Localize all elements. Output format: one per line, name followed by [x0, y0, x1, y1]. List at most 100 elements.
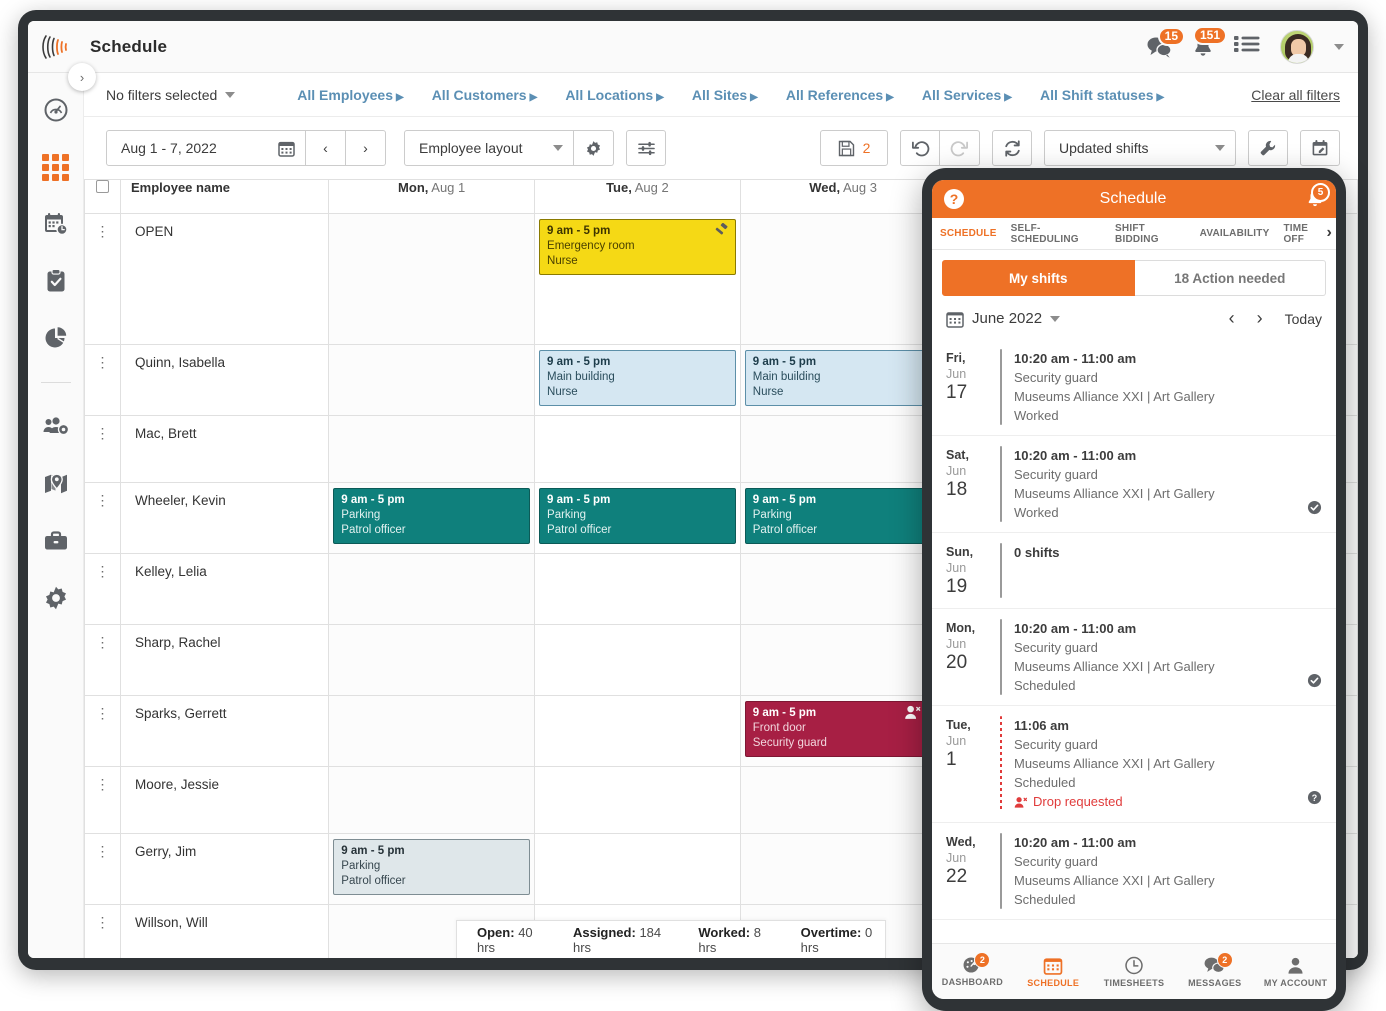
nav-messages[interactable]: 2 MESSAGES: [1174, 951, 1255, 988]
filter-selector[interactable]: No filters selected: [106, 87, 236, 103]
segment-my-shifts[interactable]: My shifts: [942, 260, 1135, 296]
kebab-menu-icon[interactable]: ⋮: [96, 705, 110, 721]
nav-timesheets[interactable]: TIMESHEETS: [1094, 956, 1175, 988]
tab-shift-bidding[interactable]: SHIFT BIDDING: [1115, 223, 1186, 245]
nav-dashboard[interactable]: 2 DASHBOARD: [932, 952, 1013, 987]
filter-link-shift-statuses[interactable]: All Shift statuses ▶: [1040, 87, 1164, 103]
row-menu-button[interactable]: ⋮: [84, 833, 121, 905]
mobile-today-button[interactable]: Today: [1285, 311, 1322, 327]
schedule-cell[interactable]: [328, 553, 536, 625]
sidebar-item-schedule[interactable]: [41, 152, 71, 182]
kebab-menu-icon[interactable]: ⋮: [96, 776, 110, 792]
kebab-menu-icon[interactable]: ⋮: [96, 425, 110, 441]
row-menu-button[interactable]: ⋮: [84, 624, 121, 696]
help-icon[interactable]: ?: [944, 189, 964, 209]
display-options-button[interactable]: [626, 130, 666, 166]
shift-card[interactable]: 9 am - 5 pm Front door Security guard: [744, 701, 942, 757]
sidebar-item-locations[interactable]: [41, 469, 71, 499]
schedule-cell[interactable]: [739, 415, 947, 483]
filter-link-services[interactable]: All Services ▶: [922, 87, 1012, 103]
schedule-cell[interactable]: 9 am - 5 pm Main building Nurse: [534, 344, 741, 416]
segment-action-needed[interactable]: 18 Action needed: [1134, 260, 1326, 296]
tab-time-off[interactable]: TIME OFF: [1283, 223, 1328, 245]
tools-button[interactable]: [1248, 130, 1288, 166]
list-item[interactable]: Wed, Jun 22 10:20 am - 11:00 am Security gua…: [932, 823, 1336, 920]
date-range-field[interactable]: Aug 1 - 7, 2022: [106, 130, 306, 166]
tab-availability[interactable]: AVAILABILITY: [1200, 228, 1270, 239]
select-all-header[interactable]: [84, 179, 121, 214]
calendar-edit-button[interactable]: [1300, 130, 1340, 166]
list-item[interactable]: Tue, Jun 1 11:06 am Security guard Museums Al…: [932, 706, 1336, 823]
sidebar-item-settings[interactable]: [41, 583, 71, 613]
schedule-cell[interactable]: [739, 833, 947, 905]
schedule-cell[interactable]: [328, 624, 536, 696]
sidebar-item-dashboard[interactable]: [41, 95, 71, 125]
tabs-next-icon[interactable]: ›: [1323, 224, 1332, 242]
tab-schedule[interactable]: SCHEDULE: [940, 228, 997, 239]
shift-card[interactable]: 9 am - 5 pm Parking Patrol officer: [333, 488, 531, 544]
list-item[interactable]: Fri, Jun 17 10:20 am - 11:00 am Security gua…: [932, 339, 1336, 436]
employee-name-cell[interactable]: Moore, Jessie: [119, 766, 330, 834]
next-week-button[interactable]: ›: [346, 130, 386, 166]
schedule-cell[interactable]: [534, 695, 741, 767]
refresh-button[interactable]: [992, 130, 1032, 166]
nav-my-account[interactable]: MY ACCOUNT: [1255, 956, 1336, 988]
schedule-cell[interactable]: [328, 766, 536, 834]
kebab-menu-icon[interactable]: ⋮: [96, 914, 110, 930]
shift-card[interactable]: 9 am - 5 pm Parking Patrol officer: [333, 839, 531, 895]
row-menu-button[interactable]: ⋮: [84, 482, 121, 554]
schedule-cell[interactable]: [739, 553, 947, 625]
shift-card[interactable]: 9 am - 5 pm Main building Nurse: [744, 350, 942, 406]
mobile-prev-button[interactable]: ‹: [1229, 308, 1235, 329]
notifications-button[interactable]: 151: [1192, 25, 1227, 59]
shift-card[interactable]: 9 am - 5 pm Parking Patrol officer: [539, 488, 736, 544]
nav-schedule[interactable]: SCHEDULE: [1013, 956, 1094, 988]
row-menu-button[interactable]: ⋮: [84, 213, 121, 345]
mobile-month-label[interactable]: June 2022: [972, 310, 1042, 327]
employee-name-cell[interactable]: Quinn, Isabella: [119, 344, 330, 416]
employee-name-cell[interactable]: OPEN: [119, 213, 330, 345]
sidebar-item-jobs[interactable]: [41, 526, 71, 556]
filter-link-customers[interactable]: All Customers ▶: [432, 87, 538, 103]
clear-all-filters-button[interactable]: Clear all filters: [1251, 87, 1340, 103]
sidebar-item-timeclock[interactable]: [41, 209, 71, 239]
list-item[interactable]: Mon, Jun 20 10:20 am - 11:00 am Security gua…: [932, 609, 1336, 706]
shift-card[interactable]: 9 am - 5 pm Emergency room Nurse: [539, 219, 736, 275]
filter-link-references[interactable]: All References ▶: [786, 87, 894, 103]
schedule-cell[interactable]: [328, 695, 536, 767]
schedule-cell[interactable]: [328, 213, 536, 345]
list-menu-button[interactable]: [1234, 34, 1260, 59]
layout-settings-button[interactable]: [574, 130, 614, 166]
schedule-cell[interactable]: 9 am - 5 pm Front door Security guard: [739, 695, 947, 767]
kebab-menu-icon[interactable]: ⋮: [96, 223, 110, 239]
sidebar-item-tasks[interactable]: [41, 266, 71, 296]
employee-name-cell[interactable]: Kelley, Lelia: [119, 553, 330, 625]
employee-name-cell[interactable]: Wheeler, Kevin: [119, 482, 330, 554]
schedule-cell[interactable]: 9 am - 5 pm Parking Patrol officer: [328, 482, 536, 554]
kebab-menu-icon[interactable]: ⋮: [96, 354, 110, 370]
avatar[interactable]: [1280, 29, 1314, 64]
kebab-menu-icon[interactable]: ⋮: [96, 843, 110, 859]
schedule-cell[interactable]: [534, 553, 741, 625]
schedule-cell[interactable]: [739, 624, 947, 696]
updated-shifts-select[interactable]: Updated shifts: [1044, 130, 1236, 166]
kebab-menu-icon[interactable]: ⋮: [96, 634, 110, 650]
row-menu-button[interactable]: ⋮: [84, 415, 121, 483]
row-menu-button[interactable]: ⋮: [84, 904, 121, 958]
row-menu-button[interactable]: ⋮: [84, 695, 121, 767]
save-button[interactable]: 2: [820, 130, 888, 166]
mobile-next-button[interactable]: ›: [1257, 308, 1263, 329]
sidebar-item-reports[interactable]: [41, 323, 71, 353]
schedule-cell[interactable]: 9 am - 5 pm Main building Nurse: [739, 344, 947, 416]
redo-button[interactable]: [940, 130, 980, 166]
filter-link-sites[interactable]: All Sites ▶: [692, 87, 758, 103]
schedule-cell[interactable]: 9 am - 5 pm Parking Patrol officer: [534, 482, 741, 554]
prev-week-button[interactable]: ‹: [306, 130, 346, 166]
undo-button[interactable]: [900, 130, 940, 166]
row-menu-button[interactable]: ⋮: [84, 344, 121, 416]
select-all-checkbox[interactable]: [96, 180, 109, 193]
employee-name-cell[interactable]: Mac, Brett: [119, 415, 330, 483]
messages-button[interactable]: 15: [1146, 26, 1185, 58]
schedule-cell[interactable]: 9 am - 5 pm Emergency room Nurse: [534, 213, 741, 345]
employee-name-cell[interactable]: Sharp, Rachel: [119, 624, 330, 696]
